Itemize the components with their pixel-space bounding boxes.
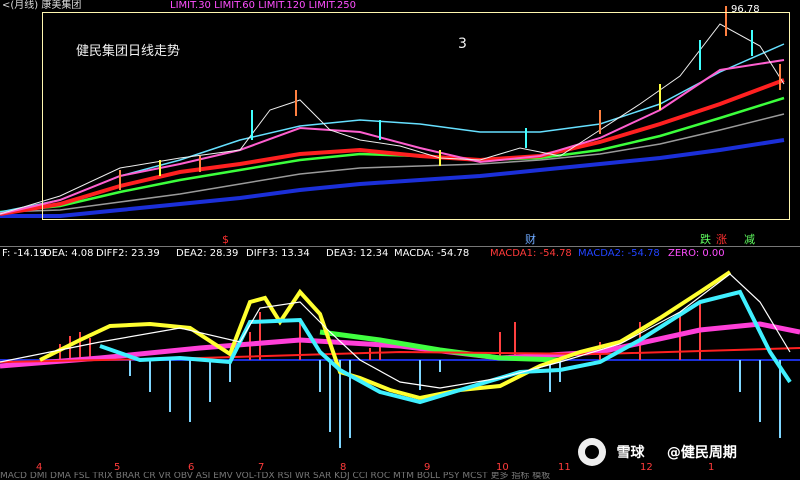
indicator-toolbar[interactable]: MACD DMI DMA FSL TRIX BRAR CR VR OBV ASI… <box>0 472 800 480</box>
legend-macda1: MACDA1: -54.78 <box>490 248 572 259</box>
xueqiu-watermark: 雪球 @健民周期 <box>578 438 737 466</box>
legend-macda: MACDA: -54.78 <box>394 248 470 259</box>
stock-chart-window: <(月线) 康美集团 LIMIT.30 LIMIT.60 LIMIT.120 L… <box>0 0 800 480</box>
legend-diff2: DIFF2: 23.39 <box>96 248 160 259</box>
peak-price-label: 96.78 <box>731 4 760 15</box>
signal-line-white <box>0 273 791 389</box>
event-marker-finance[interactable]: 财 <box>525 234 536 246</box>
panel-separator[interactable] <box>0 246 800 247</box>
chart-number: 3 <box>458 36 467 52</box>
legend-dea: DEA: 4.08 <box>44 248 94 259</box>
price-panel[interactable]: 健民集团日线走势 3 96.78 $ 财 跌 涨 减 <box>0 0 800 246</box>
watermark-user: @健民周期 <box>666 445 737 461</box>
xueqiu-logo-icon <box>578 438 606 466</box>
chart-title: 健民集团日线走势 <box>76 44 181 59</box>
legend-dea2: DEA2: 28.39 <box>176 248 239 259</box>
watermark-brand: 雪球 <box>616 445 645 461</box>
legend-dea3: DEA3: 12.34 <box>326 248 389 259</box>
legend-diff3: DIFF3: 13.34 <box>246 248 310 259</box>
indicator-legend: F: -14.19 DEA: 4.08 DIFF2: 23.39 DEA2: 2… <box>0 248 800 262</box>
event-marker-limit-down[interactable]: 跌 <box>700 234 711 246</box>
legend-diff: F: -14.19 <box>2 248 46 259</box>
event-marker-limit-up[interactable]: 涨 <box>716 234 727 246</box>
diff-line-yellow <box>39 270 732 401</box>
legend-macda2: MACDA2: -54.78 <box>578 248 660 259</box>
event-marker-dividend[interactable]: $ <box>222 234 229 246</box>
legend-zero: ZERO: 0.00 <box>668 248 725 259</box>
indicator-chart-svg[interactable] <box>0 262 800 462</box>
event-marker-reduce[interactable]: 减 <box>744 234 755 246</box>
